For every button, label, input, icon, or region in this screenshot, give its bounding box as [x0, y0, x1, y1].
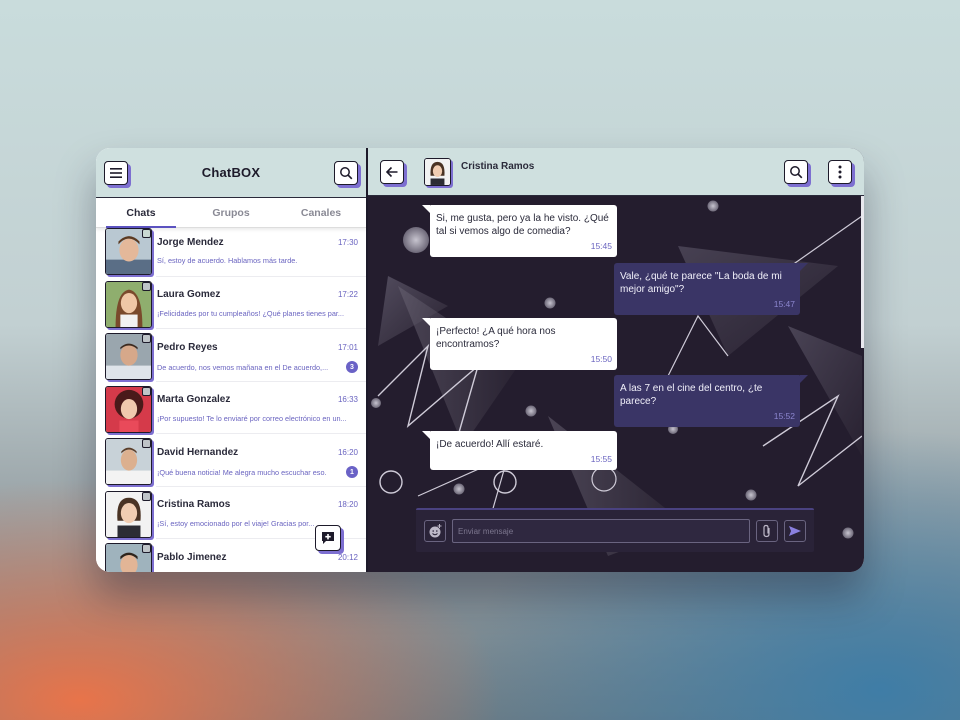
chat-list-item[interactable]: Pedro Reyes 17:01 De acuerdo, nos vemos …	[96, 329, 366, 382]
message-incoming[interactable]: ¡Perfecto! ¿A qué hora nos encontramos? …	[422, 318, 617, 370]
chat-list-item[interactable]: Jorge Mendez 17:30 Sí, estoy de acuerdo.…	[96, 228, 366, 277]
message-time: 15:45	[590, 241, 612, 251]
message-input[interactable]	[452, 519, 750, 543]
chat-time: 17:01	[337, 342, 358, 352]
app-title: ChatBOX	[201, 165, 261, 180]
search-icon	[790, 165, 803, 178]
tab-canales[interactable]: Canales	[276, 198, 366, 227]
search-icon	[340, 166, 353, 179]
message-incoming[interactable]: ¡De acuerdo! Allí estaré. 15:55	[422, 431, 617, 470]
sidebar-header: ChatBOX	[96, 148, 366, 198]
conversation-search-button[interactable]	[784, 159, 808, 184]
sidebar: ChatBOX Chats Grupos Canales Jorge Mende…	[96, 148, 368, 572]
chat-time: 17:22	[337, 290, 358, 299]
emoji-add-icon	[429, 524, 442, 538]
more-options-button[interactable]	[828, 159, 852, 184]
status-indicator	[142, 229, 151, 238]
unread-badge: 3	[346, 361, 358, 373]
new-chat-button[interactable]	[315, 525, 341, 551]
message-composer	[416, 508, 814, 552]
message-incoming[interactable]: Si, me gusta, pero ya la he visto. ¿Qué …	[422, 205, 617, 257]
tab-grupos[interactable]: Grupos	[186, 198, 276, 227]
chat-preview: ¡Qué buena noticia! Me alegra mucho escu…	[157, 467, 327, 477]
chat-name: David Hernandez	[157, 446, 239, 458]
chat-list-item[interactable]: David Hernandez 16:20 ¡Qué buena noticia…	[96, 434, 366, 487]
scrollbar[interactable]	[861, 196, 864, 348]
send-button[interactable]	[784, 520, 806, 542]
chat-tabs: Chats Grupos Canales	[96, 198, 366, 228]
attach-icon	[763, 524, 770, 538]
message-outgoing[interactable]: A las 7 en el cine del centro, ¿te parec…	[614, 375, 808, 427]
chat-time: 17:30	[337, 237, 358, 247]
chat-name: Jorge Mendez	[157, 236, 224, 248]
new-message-icon	[322, 532, 334, 544]
message-time: 15:50	[590, 354, 612, 364]
chat-list-item[interactable]: Marta Gonzalez 16:33 ¡Por supuesto! Te l…	[96, 382, 366, 435]
contact-name: Cristina Ramos	[461, 161, 535, 172]
back-button[interactable]	[380, 159, 404, 184]
chat-preview: Sí, estoy de acuerdo. Hablamos más tarde…	[157, 256, 298, 265]
chat-list: Jorge Mendez 17:30 Sí, estoy de acuerdo.…	[96, 228, 366, 572]
conversation-panel: Cristina Ramos Si, me gusta, pero ya la …	[368, 148, 864, 572]
tab-chats[interactable]: Chats	[96, 198, 186, 228]
message-time: 15:52	[773, 411, 795, 421]
message-time: 15:55	[590, 454, 612, 464]
unread-badge: 1	[346, 466, 358, 478]
hamburger-menu-icon	[110, 167, 122, 178]
status-indicator	[142, 491, 151, 501]
chat-time: 20:12	[337, 552, 358, 562]
sidebar-search-button[interactable]	[334, 160, 358, 185]
message-text: ¡Perfecto! ¿A qué hora nos encontramos?	[436, 326, 556, 350]
chat-name: Pablo Jimenez	[157, 551, 227, 563]
message-text: ¡De acuerdo! Allí estaré.	[436, 439, 544, 450]
emoji-button[interactable]	[424, 520, 446, 542]
status-indicator	[142, 334, 151, 343]
menu-button[interactable]	[104, 160, 128, 185]
status-indicator	[142, 544, 151, 553]
chat-app-window: ChatBOX Chats Grupos Canales Jorge Mende…	[96, 148, 864, 572]
chat-name: Pedro Reyes	[157, 341, 218, 353]
chat-time: 16:20	[337, 447, 358, 457]
message-time: 15:47	[773, 299, 795, 309]
status-indicator	[142, 386, 151, 396]
chat-preview: ¡Felicidades por tu cumpleaños! ¿Qué pla…	[157, 308, 344, 318]
chat-list-item[interactable]: Laura Gomez 17:22 ¡Felicidades por tu cu…	[96, 277, 366, 330]
chat-name: Cristina Ramos	[157, 499, 231, 510]
message-text: A las 7 en el cine del centro, ¿te parec…	[620, 383, 763, 407]
conversation-header: Cristina Ramos	[368, 148, 864, 196]
message-text: Vale, ¿qué te parece "La boda de mi mejo…	[620, 271, 782, 295]
chat-preview: ¡Sí, estoy emocionado por el viaje! Grac…	[157, 518, 315, 528]
chat-name: Marta Gonzalez	[157, 394, 231, 405]
chat-preview: De acuerdo, nos vemos mañana en el De ac…	[157, 362, 329, 372]
message-outgoing[interactable]: Vale, ¿qué te parece "La boda de mi mejo…	[614, 263, 808, 315]
more-vertical-icon	[838, 165, 842, 178]
message-text: Si, me gusta, pero ya la he visto. ¿Qué …	[436, 213, 609, 237]
chat-time: 16:33	[337, 395, 358, 404]
chat-time: 18:20	[337, 500, 358, 509]
contact-avatar[interactable]	[424, 157, 451, 186]
back-arrow-icon	[385, 166, 398, 177]
chat-preview: ¡Por supuesto! Te lo enviaré por correo …	[157, 413, 347, 423]
chat-name: Laura Gomez	[157, 289, 221, 300]
attach-button[interactable]	[756, 520, 778, 542]
status-indicator	[142, 439, 151, 448]
status-indicator	[142, 281, 151, 291]
send-icon	[789, 526, 801, 536]
